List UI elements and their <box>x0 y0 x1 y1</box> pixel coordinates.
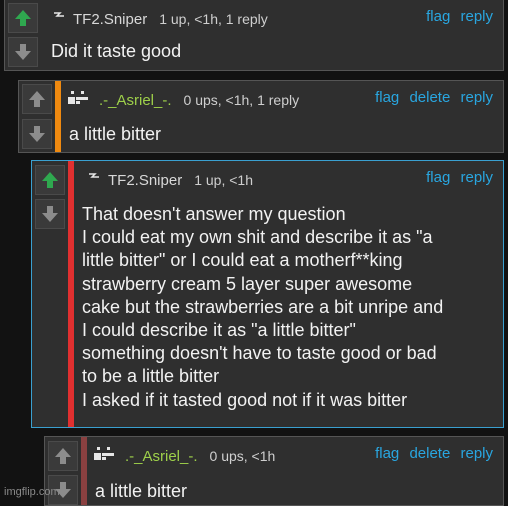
arrow-up-icon <box>55 448 71 464</box>
downvote-button[interactable] <box>35 199 65 229</box>
comment-actions: flag reply <box>420 169 493 186</box>
reply-link[interactable]: reply <box>460 169 493 186</box>
delete-link[interactable]: delete <box>409 445 450 462</box>
flag-link[interactable]: flag <box>426 169 450 186</box>
arrow-down-icon <box>15 44 31 60</box>
flag-link[interactable]: flag <box>375 89 399 106</box>
upvote-button[interactable] <box>48 441 78 471</box>
downvote-button[interactable] <box>22 119 52 149</box>
comment-text: Did it taste good <box>51 40 181 63</box>
comment-line: a little bitter <box>69 124 162 144</box>
flag-link[interactable]: flag <box>426 8 450 25</box>
username[interactable]: TF2.Sniper <box>108 172 182 189</box>
avatar[interactable] <box>67 88 93 113</box>
upvote-button[interactable] <box>8 3 38 33</box>
vote-column <box>19 81 55 152</box>
comment-meta: 1 up, <1h <box>194 172 253 188</box>
comment-meta: 0 ups, <1h, 1 reply <box>183 92 300 108</box>
comment-actions: flag delete reply <box>369 89 493 106</box>
comment-line: I could describe it as "a little bitter" <box>82 320 356 341</box>
reply-link[interactable]: reply <box>460 8 493 25</box>
thread-stripe <box>55 81 61 152</box>
comment-4: .-_Asriel_-. 0 ups, <1h flag delete repl… <box>44 436 504 506</box>
avatar[interactable] <box>51 9 67 30</box>
comment-actions: flag delete reply <box>369 445 493 462</box>
arrow-down-icon <box>42 206 58 222</box>
username[interactable]: .-_Asriel_-. <box>125 448 198 465</box>
comment-1: TF2.Sniper 1 up, <1h, 1 reply flag reply… <box>4 0 504 71</box>
comment-actions: flag reply <box>420 8 493 25</box>
arrow-down-icon <box>29 126 45 142</box>
comment-text: That doesn't answer my question I could … <box>82 203 443 412</box>
comment-3: TF2.Sniper 1 up, <1h flag reply That doe… <box>31 160 504 428</box>
arrow-up-icon <box>15 10 31 26</box>
comment-text: a little bitter <box>69 123 161 146</box>
username[interactable]: TF2.Sniper <box>73 11 147 28</box>
thread-stripe <box>68 161 74 427</box>
comment-line: I asked if it tasted good not if it was … <box>82 389 408 410</box>
delete-link[interactable]: delete <box>409 89 450 106</box>
reply-link[interactable]: reply <box>460 445 493 462</box>
avatar[interactable] <box>93 444 119 469</box>
comment-line: That doesn't answer my question <box>82 204 346 224</box>
avatar[interactable] <box>86 170 102 191</box>
comment-line: strawberry cream 5 layer super awesome <box>82 273 413 294</box>
vote-column <box>32 161 68 427</box>
comment-line: Did it taste good <box>51 41 182 61</box>
comment-2: .-_Asriel_-. 0 ups, <1h, 1 reply flag de… <box>18 80 504 153</box>
comment-line: to be a little bitter <box>82 366 220 387</box>
vote-column <box>5 0 41 70</box>
upvote-button[interactable] <box>35 165 65 195</box>
comment-line: I could eat my own shit and describe it … <box>82 227 433 248</box>
thread-stripe <box>81 437 87 505</box>
comment-meta: 0 ups, <1h <box>209 448 276 464</box>
username[interactable]: .-_Asriel_-. <box>99 92 172 109</box>
comment-line: cake but the strawberries are a bit unri… <box>82 296 444 317</box>
comment-line: little bitter" or I could eat a motherf*… <box>82 250 403 271</box>
downvote-button[interactable] <box>8 37 38 67</box>
comment-line: something doesn't have to taste good or … <box>82 343 437 364</box>
comment-meta: 1 up, <1h, 1 reply <box>159 11 268 27</box>
upvote-button[interactable] <box>22 84 52 114</box>
arrow-up-icon <box>29 91 45 107</box>
arrow-up-icon <box>42 172 58 188</box>
flag-link[interactable]: flag <box>375 445 399 462</box>
watermark: imgflip.com <box>4 486 60 498</box>
reply-link[interactable]: reply <box>460 89 493 106</box>
